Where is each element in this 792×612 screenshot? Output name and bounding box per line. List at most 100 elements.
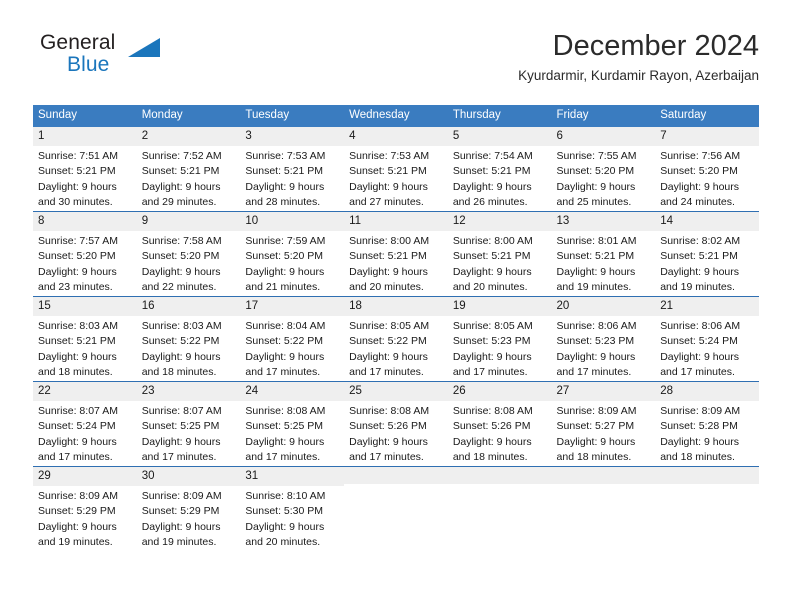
sunrise-text: Sunrise: 7:57 AM — [38, 234, 118, 247]
sunrise-text: Sunrise: 7:56 AM — [660, 149, 741, 162]
weekday-header-monday: Monday — [136, 105, 241, 127]
sunrise-text: Sunrise: 8:00 AM — [349, 234, 430, 247]
calendar-day-cell[interactable]: 15 Sunrise: 8:03 AM Sunset: 5:21 PM Dayligh… — [33, 295, 137, 382]
daylight-text-line2: and 24 minutes. — [660, 195, 735, 208]
day-details: Sunrise: 8:04 AM Sunset: 5:22 PM Daylight:… — [240, 316, 344, 380]
calendar-day-cell[interactable]: 8 Sunrise: 7:57 AM Sunset: 5:20 PM Daylight… — [33, 210, 137, 297]
day-number: 1 — [33, 126, 137, 146]
sunset-text: Sunset: 5:23 PM — [556, 335, 635, 348]
calendar-day-cell[interactable]: 3 Sunrise: 7:53 AM Sunset: 5:21 PM Daylight… — [240, 126, 345, 212]
calendar-day-cell[interactable]: 26 Sunrise: 8:08 AM Sunset: 5:26 PM Dayligh… — [447, 380, 552, 467]
daylight-text-line2: and 23 minutes. — [38, 280, 113, 293]
calendar-day-cell[interactable]: 6 Sunrise: 7:55 AM Sunset: 5:20 PM Daylight… — [551, 126, 656, 212]
sunset-text: Sunset: 5:22 PM — [141, 335, 220, 348]
calendar-day-cell[interactable]: 9 Sunrise: 7:58 AM Sunset: 5:20 PM Daylight… — [136, 210, 241, 297]
calendar-day-cell[interactable]: 1 Sunrise: 7:51 AM Sunset: 5:21 PM Daylight… — [33, 126, 137, 212]
sunrise-text: Sunrise: 8:02 AM — [660, 234, 741, 247]
day-details: Sunrise: 8:05 AM Sunset: 5:22 PM Daylight:… — [344, 316, 448, 380]
calendar-week-row: 1 Sunrise: 7:51 AM Sunset: 5:21 PM Daylight… — [33, 126, 759, 212]
sunset-text: Sunset: 5:21 PM — [660, 250, 738, 263]
day-number: 27 — [551, 381, 656, 401]
sunset-text: Sunset: 5:22 PM — [349, 335, 427, 348]
brand-logo[interactable]: General Blue — [40, 32, 230, 90]
calendar-week-row: 22 Sunrise: 8:07 AM Sunset: 5:24 PM Dayligh… — [33, 380, 759, 467]
day-number: 16 — [136, 296, 241, 316]
calendar-day-cell[interactable]: 17 Sunrise: 8:04 AM Sunset: 5:22 PM Dayligh… — [240, 295, 345, 382]
calendar-day-cell[interactable]: 19 Sunrise: 8:05 AM Sunset: 5:23 PM Dayligh… — [447, 295, 552, 382]
weekday-header-wednesday: Wednesday — [344, 105, 448, 127]
calendar-day-cell[interactable]: 2 Sunrise: 7:52 AM Sunset: 5:21 PM Daylight… — [136, 126, 241, 212]
day-number — [447, 466, 552, 484]
day-number: 6 — [551, 126, 656, 146]
calendar-day-cell[interactable]: 23 Sunrise: 8:07 AM Sunset: 5:25 PM Dayligh… — [136, 380, 241, 467]
day-number: 25 — [344, 381, 448, 401]
daylight-text-line2: and 30 minutes. — [38, 195, 113, 208]
daylight-text-line1: Daylight: 9 hours — [245, 520, 325, 533]
calendar-day-cell[interactable]: 5 Sunrise: 7:54 AM Sunset: 5:21 PM Daylight… — [447, 126, 552, 212]
calendar-day-cell[interactable]: 11 Sunrise: 8:00 AM Sunset: 5:21 PM Dayligh… — [344, 210, 448, 297]
sunset-text: Sunset: 5:20 PM — [556, 165, 635, 178]
calendar-day-cell-empty — [344, 465, 448, 551]
sunset-text: Sunset: 5:21 PM — [245, 165, 324, 178]
calendar-day-cell[interactable]: 13 Sunrise: 8:01 AM Sunset: 5:21 PM Dayligh… — [551, 210, 656, 297]
calendar-day-cell[interactable]: 12 Sunrise: 8:00 AM Sunset: 5:21 PM Dayligh… — [447, 210, 552, 297]
daylight-text-line1: Daylight: 9 hours — [556, 350, 636, 363]
daylight-text-line2: and 17 minutes. — [245, 365, 321, 378]
daylight-text-line1: Daylight: 9 hours — [38, 520, 117, 533]
calendar-day-cell[interactable]: 28 Sunrise: 8:09 AM Sunset: 5:28 PM Dayligh… — [655, 380, 759, 467]
day-details: Sunrise: 8:08 AM Sunset: 5:25 PM Daylight:… — [240, 401, 344, 465]
day-details: Sunrise: 8:01 AM Sunset: 5:21 PM Daylight:… — [552, 231, 656, 295]
daylight-text-line2: and 19 minutes. — [141, 535, 217, 548]
calendar-header: Sunday Monday Tuesday Wednesday Thursday… — [33, 105, 759, 127]
weekday-header-tuesday: Tuesday — [240, 105, 345, 127]
weekday-header-saturday: Saturday — [655, 105, 759, 127]
calendar-day-cell[interactable]: 25 Sunrise: 8:08 AM Sunset: 5:26 PM Dayligh… — [344, 380, 448, 467]
daylight-text-line1: Daylight: 9 hours — [452, 180, 532, 193]
sunrise-text: Sunrise: 8:05 AM — [349, 319, 430, 332]
calendar-day-cell[interactable]: 27 Sunrise: 8:09 AM Sunset: 5:27 PM Dayligh… — [551, 380, 656, 467]
sunset-text: Sunset: 5:25 PM — [245, 420, 324, 433]
calendar-day-cell[interactable]: 14 Sunrise: 8:02 AM Sunset: 5:21 PM Dayligh… — [655, 210, 759, 297]
daylight-text-line2: and 28 minutes. — [245, 195, 321, 208]
calendar-day-cell[interactable]: 30 Sunrise: 8:09 AM Sunset: 5:29 PM Dayligh… — [136, 465, 241, 551]
calendar-day-cell-empty — [551, 465, 656, 551]
day-details: Sunrise: 8:08 AM Sunset: 5:26 PM Daylight:… — [344, 401, 448, 465]
sunrise-text: Sunrise: 8:04 AM — [245, 319, 326, 332]
day-details: Sunrise: 8:00 AM Sunset: 5:21 PM Daylight:… — [448, 231, 552, 295]
daylight-text-line1: Daylight: 9 hours — [38, 180, 117, 193]
calendar-day-cell[interactable]: 16 Sunrise: 8:03 AM Sunset: 5:22 PM Dayligh… — [136, 295, 241, 382]
sunset-text: Sunset: 5:21 PM — [38, 335, 116, 348]
calendar-day-cell[interactable]: 10 Sunrise: 7:59 AM Sunset: 5:20 PM Dayligh… — [240, 210, 345, 297]
triangle-icon — [128, 38, 160, 57]
day-number: 21 — [655, 296, 759, 316]
daylight-text-line2: and 19 minutes. — [556, 280, 632, 293]
sunrise-text: Sunrise: 8:09 AM — [141, 489, 222, 502]
day-number: 18 — [344, 296, 448, 316]
sunrise-text: Sunrise: 7:54 AM — [452, 149, 533, 162]
daylight-text-line1: Daylight: 9 hours — [245, 350, 325, 363]
calendar-day-cell[interactable]: 29 Sunrise: 8:09 AM Sunset: 5:29 PM Dayligh… — [33, 465, 137, 551]
day-number: 5 — [447, 126, 552, 146]
calendar-day-cell[interactable]: 31 Sunrise: 8:10 AM Sunset: 5:30 PM Dayligh… — [240, 465, 345, 551]
daylight-text-line2: and 18 minutes. — [38, 365, 113, 378]
calendar-day-cell[interactable]: 21 Sunrise: 8:06 AM Sunset: 5:24 PM Dayligh… — [655, 295, 759, 382]
daylight-text-line1: Daylight: 9 hours — [245, 435, 325, 448]
sunrise-text: Sunrise: 8:09 AM — [38, 489, 118, 502]
daylight-text-line1: Daylight: 9 hours — [556, 435, 636, 448]
daylight-text-line1: Daylight: 9 hours — [141, 265, 221, 278]
sunset-text: Sunset: 5:26 PM — [349, 420, 427, 433]
calendar-day-cell[interactable]: 24 Sunrise: 8:08 AM Sunset: 5:25 PM Dayligh… — [240, 380, 345, 467]
brand-name-general: General — [40, 31, 116, 54]
weekday-header-friday: Friday — [551, 105, 656, 127]
calendar-day-cell[interactable]: 18 Sunrise: 8:05 AM Sunset: 5:22 PM Dayligh… — [344, 295, 448, 382]
daylight-text-line2: and 17 minutes. — [141, 450, 217, 463]
calendar-day-cell[interactable]: 4 Sunrise: 7:53 AM Sunset: 5:21 PM Daylight… — [344, 126, 448, 212]
day-number: 7 — [655, 126, 759, 146]
sunset-text: Sunset: 5:21 PM — [452, 165, 531, 178]
calendar-day-cell[interactable]: 22 Sunrise: 8:07 AM Sunset: 5:24 PM Dayligh… — [33, 380, 137, 467]
daylight-text-line1: Daylight: 9 hours — [349, 435, 428, 448]
calendar-day-cell[interactable]: 20 Sunrise: 8:06 AM Sunset: 5:23 PM Dayligh… — [551, 295, 656, 382]
calendar-day-cell[interactable]: 7 Sunrise: 7:56 AM Sunset: 5:20 PM Daylight… — [655, 126, 759, 212]
day-number — [655, 466, 759, 484]
day-number: 22 — [33, 381, 137, 401]
